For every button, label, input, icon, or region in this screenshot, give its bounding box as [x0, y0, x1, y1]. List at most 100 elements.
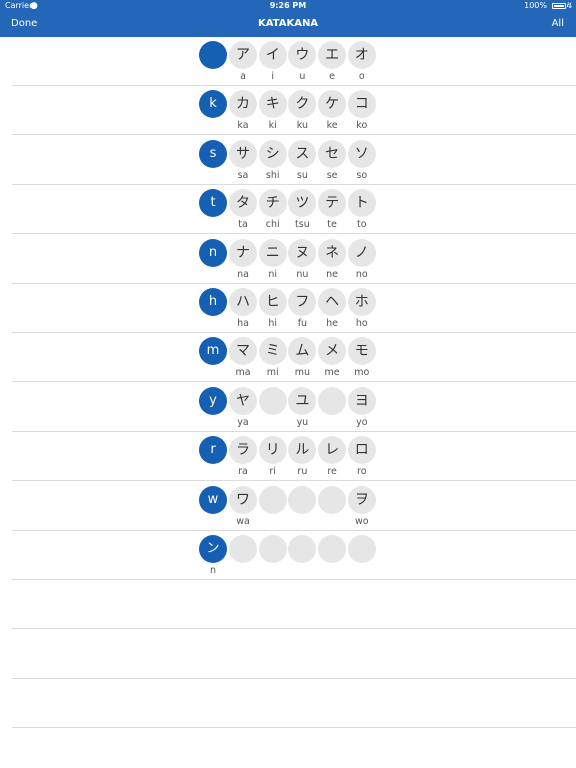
empty-kana-cell [258, 535, 287, 578]
kana-circle[interactable]: オ [347, 41, 376, 69]
kana-circle[interactable]: セ [318, 139, 347, 168]
kana-circle[interactable]: コ [347, 90, 376, 119]
kana-row: k カ ka キ ki ク ku ケ ke コ ko [0, 86, 576, 136]
kana-circle[interactable]: シ [258, 139, 287, 168]
romaji-label: yo [356, 416, 368, 428]
kana-circle[interactable]: ワ [229, 485, 257, 514]
row-head-circle[interactable]: n [199, 238, 227, 267]
kana-circle[interactable]: ネ [318, 238, 347, 267]
kana-cell[interactable]: ワ wa [229, 485, 257, 529]
kana-circle[interactable]: ニ [258, 238, 287, 267]
row-head-circle[interactable]: m [199, 337, 227, 366]
empty-circle [318, 386, 347, 415]
nav-bar: Done KATAKANA All [0, 12, 576, 37]
kana-circle[interactable]: カ [229, 90, 257, 119]
kana-circle[interactable]: テ [318, 189, 347, 218]
row-head-circle[interactable]: h [199, 288, 227, 316]
romaji-label: ro [357, 466, 367, 478]
romaji-label: to [357, 219, 367, 231]
kana-circle[interactable]: ミ [258, 337, 287, 366]
kana-circle[interactable]: ヒ [258, 288, 287, 316]
kana-circle[interactable]: ノ [347, 238, 376, 267]
empty-kana-cell [318, 535, 347, 578]
romaji-label: wa [236, 515, 250, 527]
kana-cell[interactable]: モ mo [347, 337, 376, 380]
status-bar: Carrier ● 9:26 PM 100% ↯ [0, 0, 576, 12]
kana-circle[interactable]: ラ [229, 436, 257, 465]
kana-circle[interactable]: メ [318, 337, 347, 366]
kana-row: m マ ma ミ mi ム mu メ me モ mo [0, 333, 576, 383]
kana-circle[interactable]: ヲ [347, 485, 376, 514]
kana-cell[interactable]: コ ko [347, 90, 376, 133]
kana-cell[interactable]: ト to [347, 189, 376, 232]
kana-cell[interactable]: ソ so [347, 139, 376, 183]
kana-circle[interactable]: ハ [229, 288, 257, 316]
romaji-label: so [356, 169, 368, 181]
kana-circle[interactable]: ス [288, 139, 317, 168]
kana-circle[interactable]: ウ [288, 41, 317, 69]
kana-row: n ナ na ニ ni ヌ nu ネ ne ノ no [0, 235, 576, 284]
kana-circle[interactable]: ア [229, 41, 257, 69]
empty-kana-cell [258, 485, 287, 529]
kana-cell[interactable]: ノ no [347, 238, 376, 282]
kana-circle[interactable]: ヘ [318, 288, 347, 316]
empty-circle [288, 535, 317, 563]
kana-circle[interactable]: リ [258, 436, 287, 465]
page-title: KATAKANA [257, 18, 319, 29]
kana-row: s サ sa シ shi ス su セ se ソ so [0, 136, 576, 185]
romaji-label: mo [354, 367, 370, 379]
kana-cell[interactable]: ヲ wo [347, 485, 376, 529]
kana-circle[interactable]: マ [229, 337, 257, 366]
kana-cell[interactable]: ホ ho [347, 288, 376, 331]
kana-circle[interactable]: ソ [347, 139, 376, 168]
kana-circle[interactable]: サ [229, 139, 257, 168]
status-time: 9:26 PM [269, 1, 307, 10]
kana-circle[interactable]: ナ [229, 238, 257, 267]
kana-circle[interactable]: ヤ [229, 386, 257, 415]
kana-circle[interactable]: モ [347, 337, 376, 366]
empty-circle [318, 535, 347, 563]
battery-percent: 100% [524, 1, 547, 10]
kana-row: r ラ ra リ ri ル ru レ re ロ ro [0, 432, 576, 482]
kana-circle[interactable]: ユ [288, 386, 317, 415]
row-head-circle[interactable]: s [199, 139, 227, 168]
kana-circle[interactable]: ヌ [288, 238, 317, 267]
kana-circle[interactable]: ツ [288, 189, 317, 218]
kana-cell[interactable]: ロ ro [347, 436, 376, 479]
row-head-circle[interactable]: ン [199, 535, 227, 563]
kana-circle[interactable]: フ [288, 288, 317, 316]
kana-cell[interactable]: オo [347, 41, 376, 84]
row-head-circle[interactable]: t [199, 189, 227, 218]
battery-icon [552, 3, 568, 9]
kana-circle[interactable]: ム [288, 337, 317, 366]
row-head-circle[interactable]: k [199, 90, 227, 119]
kana-circle[interactable]: タ [229, 189, 257, 218]
kana-cell[interactable]: ヨ yo [347, 386, 376, 430]
kana-cell[interactable]: ユ yu [288, 386, 317, 430]
kana-row: h ハ ha ヒ hi フ fu ヘ he ホ ho [0, 284, 576, 333]
empty-kana-cell [347, 535, 376, 578]
kana-circle[interactable]: レ [318, 436, 347, 465]
row-toggle[interactable]: ンn [199, 535, 227, 578]
row-head-circle[interactable]: y [199, 386, 227, 415]
kana-circle[interactable]: イ [258, 41, 287, 69]
kana-circle[interactable]: ロ [347, 436, 376, 465]
kana-circle[interactable]: ト [347, 189, 376, 218]
all-button[interactable]: All [552, 18, 564, 29]
empty-circle [229, 535, 257, 563]
kana-circle[interactable]: エ [318, 41, 347, 69]
kana-cell[interactable]: ヤ ya [229, 386, 257, 430]
kana-row: アaイiウuエeオo [0, 37, 576, 86]
kana-circle[interactable]: ル [288, 436, 317, 465]
row-head-circle[interactable] [199, 41, 227, 69]
kana-circle[interactable]: ク [288, 90, 317, 119]
row-head-circle[interactable]: r [199, 436, 227, 465]
kana-circle[interactable]: キ [258, 90, 287, 119]
kana-circle[interactable]: ケ [318, 90, 347, 119]
kana-circle[interactable]: ヨ [347, 386, 376, 415]
kana-circle[interactable]: チ [258, 189, 287, 218]
empty-circle [258, 485, 287, 514]
row-head-circle[interactable]: w [199, 485, 227, 514]
kana-circle[interactable]: ホ [347, 288, 376, 316]
empty-kana-cell [288, 535, 317, 578]
